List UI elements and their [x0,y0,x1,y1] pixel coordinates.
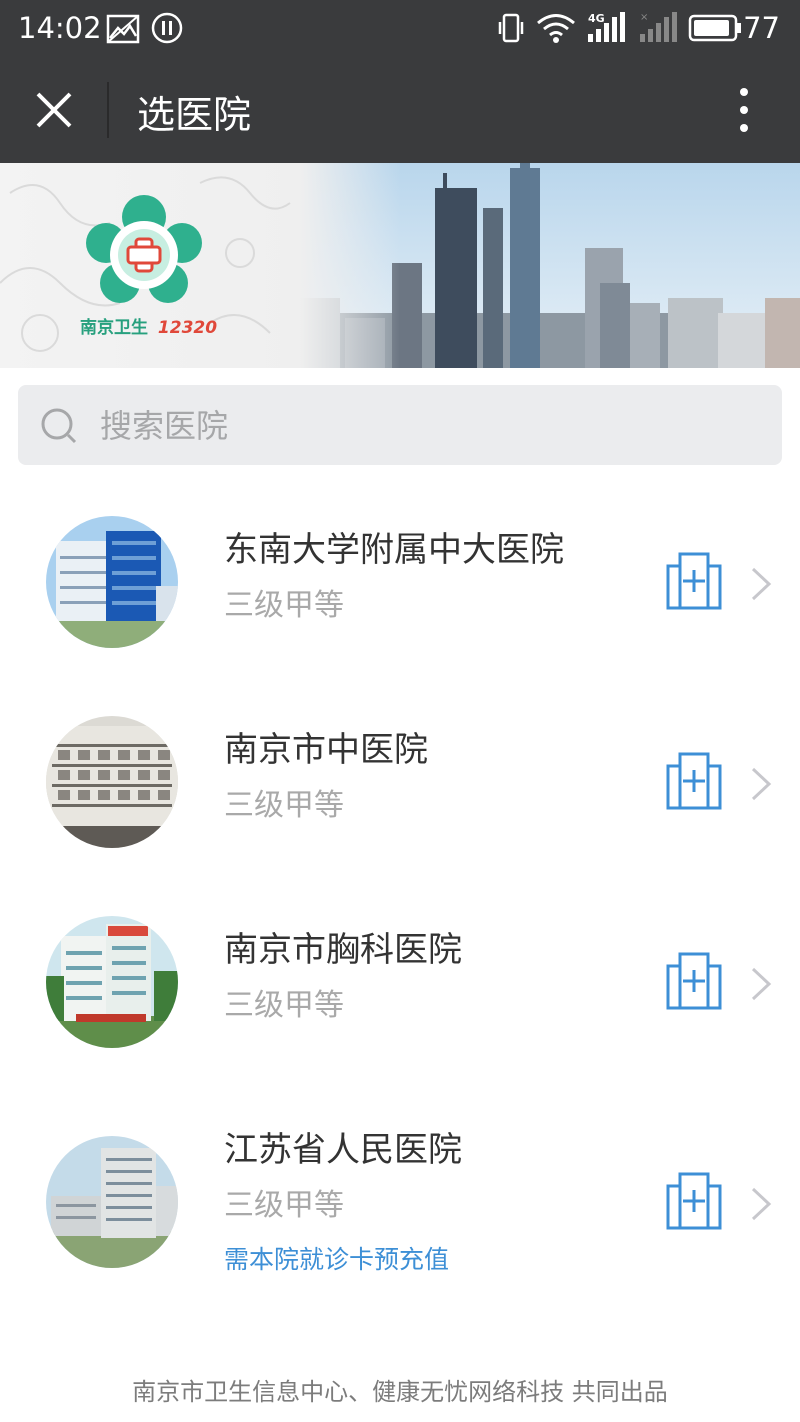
battery-percent: 77 [743,11,780,45]
nanjing-health-logo [86,195,202,303]
banner: 南京卫生 12320 [0,163,800,368]
search-icon [41,408,77,444]
hospital-name: 江苏省人民医院 [224,1130,462,1170]
signal-empty-icon: × [640,12,677,42]
hospital-level: 三级甲等 [224,788,344,823]
hospital-level: 三级甲等 [224,588,344,623]
search-input[interactable] [98,399,762,453]
image-notification-icon [106,14,140,44]
more-options-icon[interactable] [732,86,756,134]
hospital-list-item[interactable]: 南京市中医院 三级甲等 [0,680,800,880]
hospital-level: 三级甲等 [224,1188,344,1223]
footer-credit: 南京市卫生信息中心、健康无忧网络科技 共同出品 [132,1378,668,1406]
hospital-name: 南京市中医院 [224,730,428,770]
vibrate-icon [498,13,524,43]
close-icon[interactable] [28,84,80,136]
status-time: 14:02 [18,11,102,45]
hospital-note: 需本院就诊卡预充值 [224,1245,450,1274]
hospital-list-item[interactable]: 江苏省人民医院 三级甲等 需本院就诊卡预充值 [0,1080,800,1300]
search-bar[interactable] [18,385,782,465]
title-divider [107,82,109,138]
hospital-level: 三级甲等 [224,988,344,1023]
logo-text: 南京卫生 12320 [80,318,218,338]
hospital-photo [46,516,178,648]
register-icon[interactable] [666,552,722,610]
hospital-name: 南京市胸科医院 [224,930,462,970]
chevron-right-icon [751,567,772,601]
register-icon[interactable] [666,952,722,1010]
hospital-photo [46,716,178,848]
chevron-right-icon [751,767,772,801]
signal-4g-icon: 4G [588,12,625,42]
status-bar: 14:02 4G × 77 [0,0,800,56]
hospital-photo [46,1136,178,1268]
hospital-photo [46,916,178,1048]
svg-text:4G: 4G [588,12,605,25]
hospital-list: 东南大学附属中大医院 三级甲等 南京市中医院 三级甲等 南京市胸科医院 三级甲等… [0,480,800,1300]
title-bar: 选医院 [0,56,800,163]
wifi-icon [537,14,575,43]
battery-icon [688,14,741,42]
svg-text:×: × [640,12,648,23]
hospital-name: 东南大学附属中大医院 [224,530,564,570]
register-icon[interactable] [666,1172,722,1230]
hospital-list-item[interactable]: 南京市胸科医院 三级甲等 [0,880,800,1080]
pause-notification-icon [151,12,183,44]
page-title: 选医院 [137,93,252,137]
chevron-right-icon [751,967,772,1001]
hospital-list-item[interactable]: 东南大学附属中大医院 三级甲等 [0,480,800,680]
chevron-right-icon [751,1187,772,1221]
register-icon[interactable] [666,752,722,810]
